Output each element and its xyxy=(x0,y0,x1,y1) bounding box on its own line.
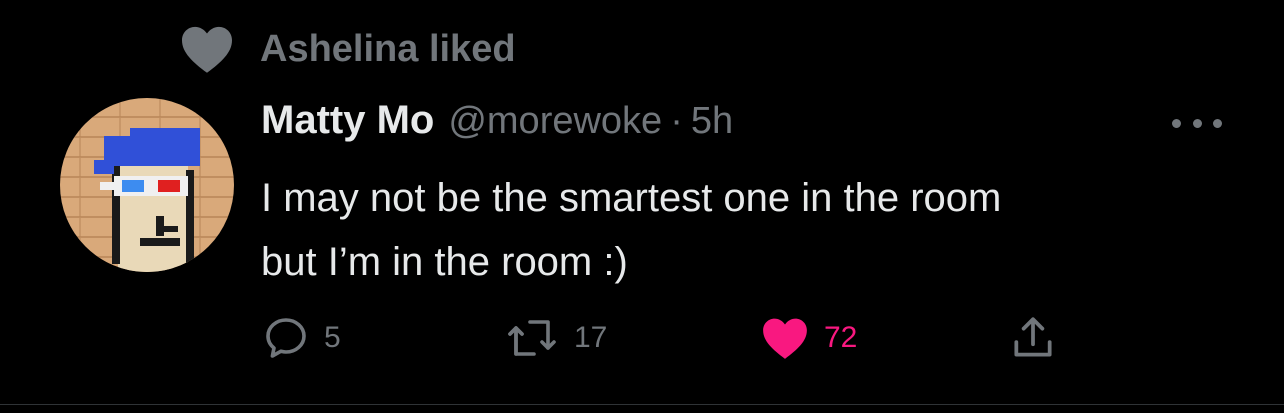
more-options-icon[interactable] xyxy=(1172,112,1222,134)
reply-count: 5 xyxy=(324,321,341,354)
tweet-header: Matty Mo @morewoke · 5h xyxy=(261,98,733,152)
display-name[interactable]: Matty Mo xyxy=(261,98,434,143)
user-handle[interactable]: @morewoke xyxy=(448,100,662,143)
tweet-actions: 5 17 72 xyxy=(0,310,1284,366)
separator-dot: · xyxy=(670,100,683,142)
avatar[interactable] xyxy=(60,98,234,272)
social-context-label: Ashelina liked xyxy=(260,28,516,70)
timestamp[interactable]: 5h xyxy=(691,100,733,143)
like-button[interactable]: 72 xyxy=(760,310,857,366)
heart-icon xyxy=(182,26,232,73)
retweet-icon xyxy=(508,320,556,356)
share-button[interactable] xyxy=(1008,310,1058,366)
like-count: 72 xyxy=(824,321,858,354)
share-icon xyxy=(1014,317,1052,357)
divider xyxy=(0,404,1284,405)
retweet-count: 17 xyxy=(574,321,608,354)
reply-button[interactable]: 5 xyxy=(262,310,341,366)
social-context[interactable]: Ashelina liked xyxy=(178,24,516,74)
retweet-button[interactable]: 17 xyxy=(504,310,607,366)
pixel-avatar-image xyxy=(60,98,234,272)
heart-filled-icon xyxy=(763,318,807,359)
reply-icon xyxy=(266,318,306,358)
tweet-text: I may not be the smartest one in the roo… xyxy=(261,176,1002,284)
